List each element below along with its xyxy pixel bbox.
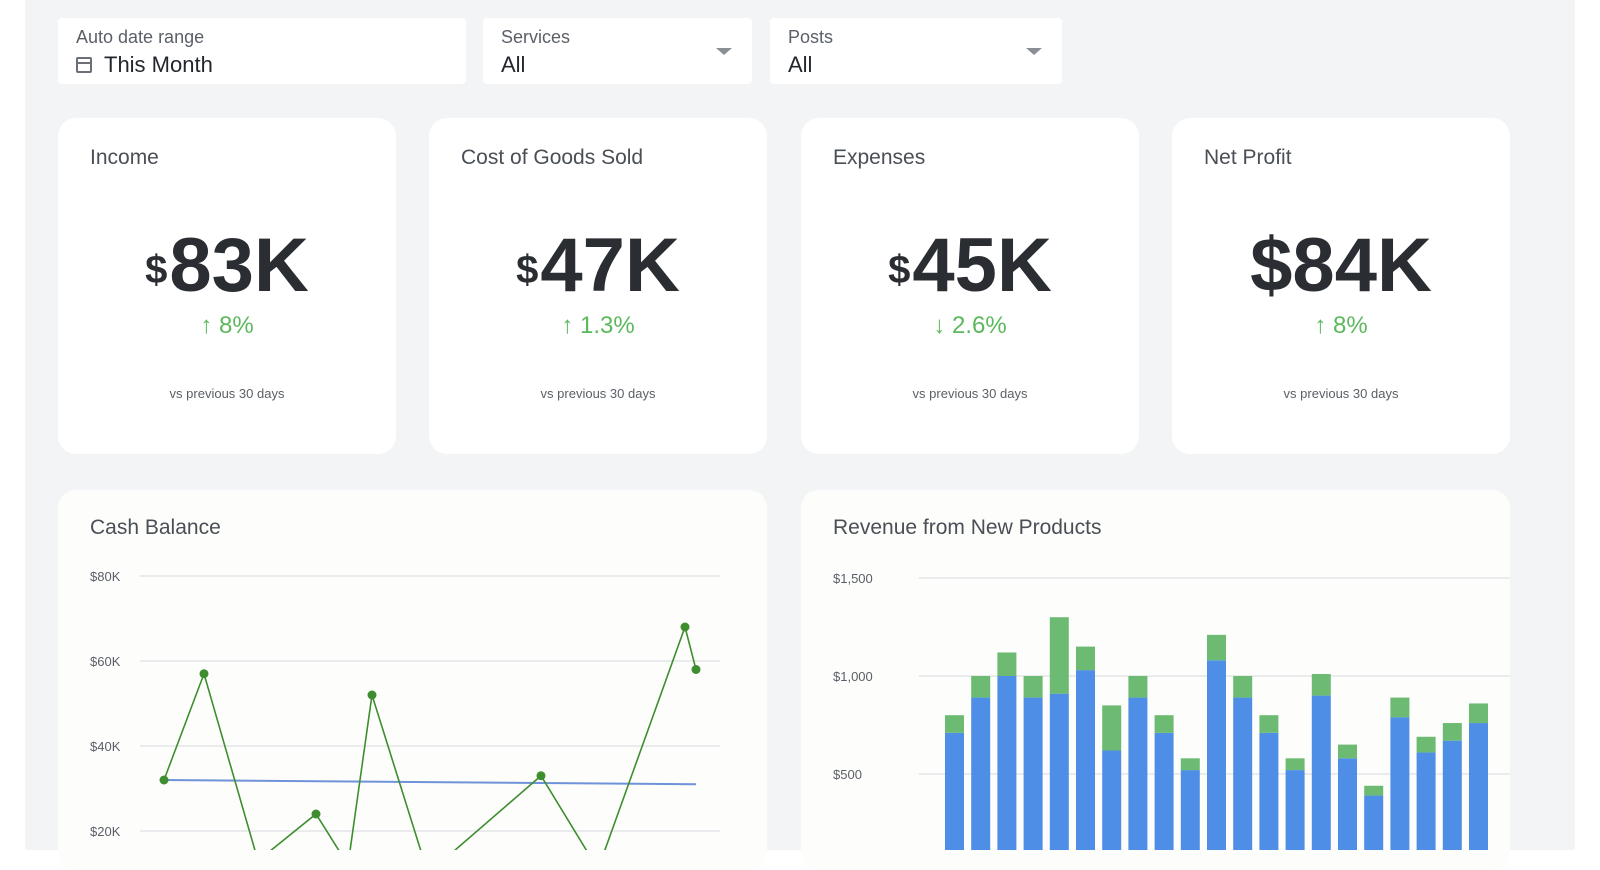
posts-dropdown[interactable]: Posts All xyxy=(770,18,1062,84)
bar-segment-base xyxy=(945,732,964,850)
revenue-new-products-chart: $1,500 $1,000 $500 xyxy=(833,571,1510,850)
date-range-label: Auto date range xyxy=(76,27,205,47)
bar-segment-top xyxy=(1390,697,1410,718)
bar-segment-top xyxy=(1285,758,1305,771)
date-range-value: This Month xyxy=(104,52,213,77)
bar-segment-base xyxy=(1442,740,1462,850)
bar-segment-top xyxy=(1023,676,1043,698)
bar-segment-base xyxy=(1076,670,1095,850)
currency-symbol: $ xyxy=(888,248,911,292)
bar-segment-top xyxy=(1180,758,1200,771)
currency-symbol: $ xyxy=(145,248,168,292)
y-tick-label: $1,000 xyxy=(833,669,873,684)
bar-segment-base xyxy=(1311,695,1331,850)
data-point xyxy=(159,775,169,785)
kpi-comparison-note: vs previous 30 days xyxy=(169,386,285,401)
bar-segment-base xyxy=(971,697,991,850)
kpi-card-net-profit[interactable]: Net Profit $84K ↑ 8% vs previous 30 days xyxy=(1172,118,1510,454)
bar-segment-top xyxy=(1128,676,1148,698)
kpi-card-cogs[interactable]: Cost of Goods Sold $47K ↑ 1.3% vs previo… xyxy=(429,118,767,454)
kpi-value: $47K xyxy=(516,223,680,308)
bar-segment-top xyxy=(1442,723,1462,741)
y-tick-label: $60K xyxy=(90,654,121,669)
data-point xyxy=(199,669,209,679)
kpi-value: $84K xyxy=(1250,223,1432,308)
y-tick-label: $40K xyxy=(90,739,121,754)
bar-segment-top xyxy=(945,715,964,733)
bar-segment-base xyxy=(1233,697,1253,850)
calendar-icon xyxy=(76,57,92,73)
bar-segment-base xyxy=(1207,660,1226,850)
kpi-comparison-note: vs previous 30 days xyxy=(912,386,1028,401)
bar-segment-base xyxy=(1023,697,1043,850)
bar-segment-top xyxy=(1233,676,1253,698)
services-value: All xyxy=(501,52,526,77)
bar-segment-base xyxy=(997,676,1017,850)
kpi-title: Net Profit xyxy=(1204,146,1292,169)
data-point xyxy=(680,622,690,632)
revenue-new-products-card[interactable]: Revenue from New Products $1,500 $1,000 $5… xyxy=(801,490,1510,870)
y-tick-label: $20K xyxy=(90,824,121,839)
data-point xyxy=(691,665,701,674)
bar-segment-top xyxy=(1469,703,1488,724)
date-range-filter[interactable]: Auto date range This Month xyxy=(58,18,466,84)
kpi-value: $83K xyxy=(145,223,309,308)
kpi-change: ↓ 2.6% xyxy=(933,312,1007,339)
kpi-change: ↑ 8% xyxy=(1314,312,1368,339)
kpi-comparison-note: vs previous 30 days xyxy=(540,386,656,401)
kpi-card-income[interactable]: Income $83K ↑ 8% vs previous 30 days xyxy=(58,118,396,454)
chevron-down-icon[interactable] xyxy=(1026,48,1042,55)
bar-segment-base xyxy=(1469,723,1488,850)
cash-balance-card[interactable]: Cash Balance $80K $60K $40K $20K xyxy=(58,490,767,870)
bar-segment-top xyxy=(971,676,991,698)
bar-segment-top xyxy=(1416,736,1436,753)
services-label: Services xyxy=(501,27,571,47)
bar-segment-base xyxy=(1416,752,1436,850)
bar-segment-base xyxy=(1180,770,1200,850)
bar-segment-base xyxy=(1390,717,1410,850)
kpi-change: ↑ 1.3% xyxy=(561,312,635,339)
currency-symbol: $ xyxy=(516,248,539,292)
services-dropdown[interactable]: Services All xyxy=(483,18,752,84)
bar-segment-base xyxy=(1049,693,1069,850)
data-point xyxy=(311,809,321,819)
kpi-title: Income xyxy=(90,146,159,169)
bar-segment-top xyxy=(1259,715,1279,733)
bar-segment-top xyxy=(997,652,1017,676)
bar-segment-top xyxy=(1102,705,1122,751)
posts-label: Posts xyxy=(788,27,834,47)
kpi-change: ↑ 8% xyxy=(200,312,254,339)
bar-segment-base xyxy=(1285,770,1305,850)
data-point xyxy=(367,690,377,700)
bar-segment-base xyxy=(1128,697,1148,850)
bar-segment-base xyxy=(1338,758,1357,850)
posts-value: All xyxy=(788,52,813,77)
y-tick-label: $80K xyxy=(90,569,121,584)
kpi-card-expenses[interactable]: Expenses $45K ↓ 2.6% vs previous 30 days xyxy=(801,118,1139,454)
bar-segment-top xyxy=(1311,674,1331,696)
bar-segment-base xyxy=(1102,750,1122,850)
bar-segment-base xyxy=(1154,732,1174,850)
data-point xyxy=(536,771,546,781)
kpi-title: Cost of Goods Sold xyxy=(461,146,644,169)
bar-segment-top xyxy=(1076,646,1095,671)
y-tick-label: $1,500 xyxy=(833,571,873,586)
cash-balance-chart: $80K $60K $40K $20K xyxy=(90,569,720,850)
bar-segment-base xyxy=(1364,795,1384,850)
chevron-down-icon[interactable] xyxy=(716,48,732,55)
kpi-comparison-note: vs previous 30 days xyxy=(1283,386,1399,401)
bar-segment-top xyxy=(1338,744,1357,759)
kpi-value: $45K xyxy=(888,223,1052,308)
y-tick-label: $500 xyxy=(833,767,862,782)
bar-segment-top xyxy=(1154,715,1174,733)
dashboard-canvas: Auto date range This Month Services All … xyxy=(25,0,1575,870)
kpi-title: Expenses xyxy=(833,146,926,169)
bar-segment-top xyxy=(1207,634,1226,661)
bar-segment-top xyxy=(1049,617,1069,694)
bar-segment-base xyxy=(1259,732,1279,850)
bar-segment-top xyxy=(1364,785,1384,796)
trend-line xyxy=(163,779,697,786)
